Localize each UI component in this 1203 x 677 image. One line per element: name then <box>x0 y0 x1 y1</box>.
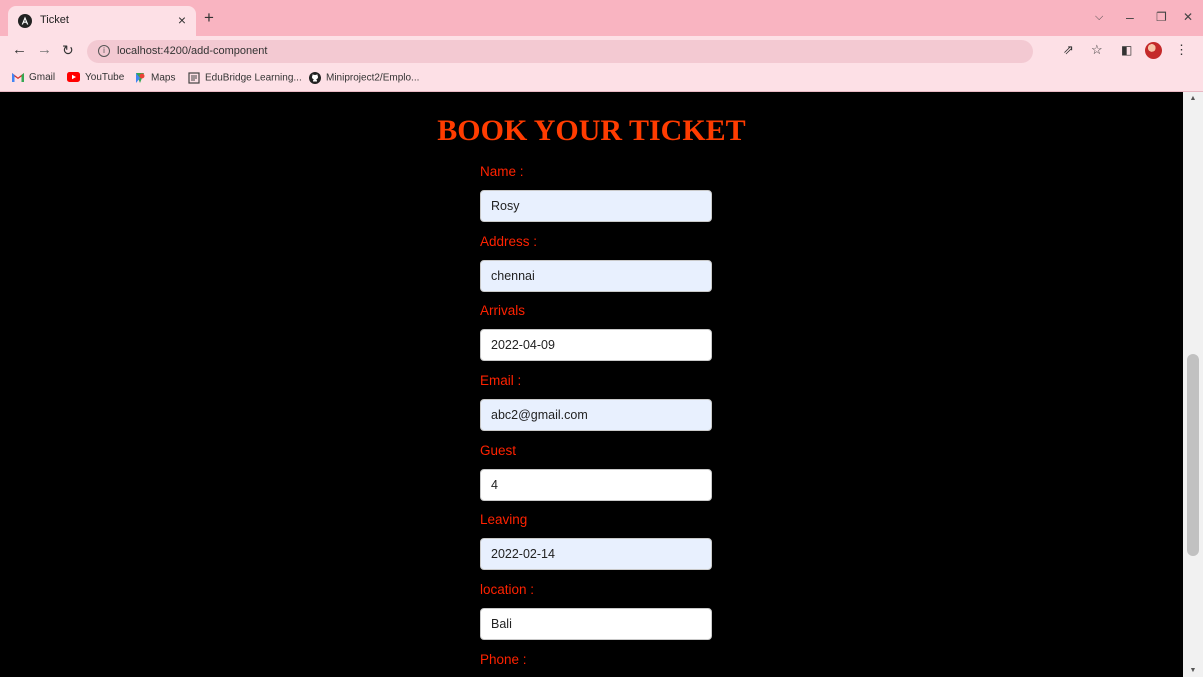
bookmark-gmail[interactable]: Gmail <box>12 72 55 83</box>
phone-label: Phone : <box>480 652 527 667</box>
close-window-button[interactable]: ✕ <box>1183 10 1193 24</box>
bookmark-label: Miniproject2/Emplo... <box>326 72 420 84</box>
address-bar[interactable]: i localhost:4200/add-component <box>87 40 1033 63</box>
bookmark-edubridge[interactable]: EduBridge Learning... <box>188 72 302 84</box>
tab-search-icon[interactable]: ⌵ <box>1095 11 1103 24</box>
email-label: Email : <box>480 373 522 388</box>
form-title: BOOK YOUR TICKET <box>437 114 746 147</box>
minimize-button[interactable]: – <box>1126 9 1134 25</box>
side-panel-icon[interactable]: ◧ <box>1121 43 1132 57</box>
scrollbar-thumb[interactable] <box>1187 354 1199 556</box>
url-text[interactable]: localhost:4200/add-component <box>117 45 267 57</box>
arrivals-label: Arrivals <box>480 303 526 318</box>
arrivals-input[interactable] <box>480 329 712 361</box>
browser-window: Ticket × + ⌵ – ❐ ✕ ← → ↻ i localhost:420… <box>0 0 1203 677</box>
gmail-icon <box>12 73 24 83</box>
address-label: Address : <box>480 234 538 249</box>
bookmarks-bar: Gmail YouTube Maps EduBridge Learning...… <box>0 66 1203 92</box>
bookmark-youtube[interactable]: YouTube <box>67 72 124 83</box>
profile-avatar[interactable] <box>1145 42 1162 59</box>
tab-title: Ticket <box>40 14 69 26</box>
new-tab-button[interactable]: + <box>204 9 214 26</box>
location-label: location : <box>480 582 535 597</box>
tab-strip: Ticket × + ⌵ – ❐ ✕ <box>0 0 1203 36</box>
scroll-down-icon[interactable]: ▼ <box>1183 667 1203 674</box>
share-icon[interactable]: ⇗ <box>1063 43 1074 57</box>
name-input[interactable] <box>480 190 712 222</box>
bookmark-label: Gmail <box>29 72 56 83</box>
maps-icon <box>136 73 145 83</box>
name-label: Name : <box>480 164 524 179</box>
github-icon <box>309 72 321 84</box>
site-info-icon[interactable]: i <box>98 45 110 57</box>
forward-arrow-icon[interactable]: → <box>37 42 52 58</box>
back-arrow-icon[interactable]: ← <box>12 42 27 58</box>
restore-button[interactable]: ❐ <box>1156 10 1167 24</box>
address-input[interactable] <box>480 260 712 292</box>
reload-icon[interactable]: ↻ <box>62 42 74 58</box>
bookmark-maps[interactable]: Maps <box>134 72 175 84</box>
browser-toolbar: ← → ↻ i localhost:4200/add-component ⇗ ☆… <box>0 36 1203 66</box>
page-content: BOOK YOUR TICKET Name : Address : Arriva… <box>0 92 1183 677</box>
page-scrollbar[interactable]: ▲ ▼ <box>1183 92 1203 677</box>
tab-ticket[interactable]: Ticket × <box>8 6 196 36</box>
tab-close-icon[interactable]: × <box>178 12 186 28</box>
edubridge-icon <box>188 72 200 84</box>
leaving-input[interactable] <box>480 538 712 570</box>
guest-input[interactable] <box>480 469 712 501</box>
bookmark-label: EduBridge Learning... <box>205 72 302 84</box>
guest-label: Guest <box>480 443 517 458</box>
leaving-label: Leaving <box>480 512 528 527</box>
location-input[interactable] <box>480 608 712 640</box>
email-input[interactable] <box>480 399 712 431</box>
bookmark-label: YouTube <box>85 72 125 83</box>
youtube-icon <box>67 72 80 83</box>
scroll-up-icon[interactable]: ▲ <box>1183 95 1203 102</box>
bookmark-label: Maps <box>151 72 176 84</box>
bookmark-star-icon[interactable]: ☆ <box>1091 43 1103 57</box>
menu-dots-icon[interactable]: ⋮ <box>1175 43 1188 57</box>
angular-icon <box>18 14 32 28</box>
bookmark-github[interactable]: Miniproject2/Emplo... <box>309 72 419 84</box>
